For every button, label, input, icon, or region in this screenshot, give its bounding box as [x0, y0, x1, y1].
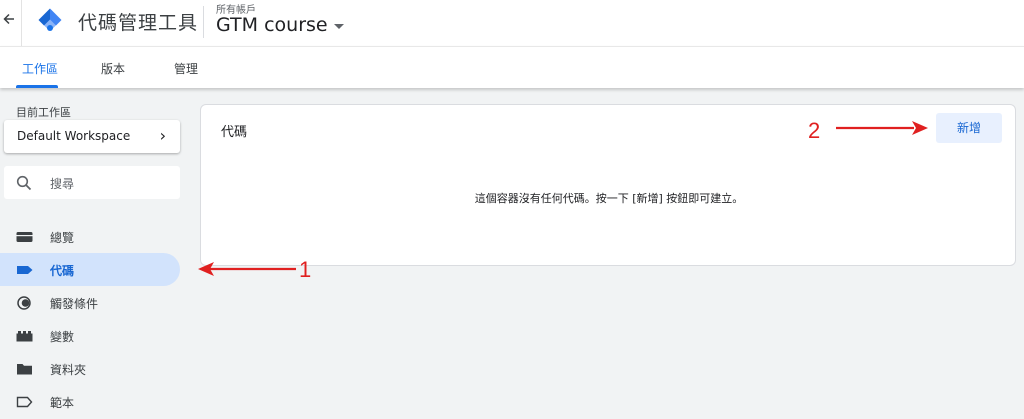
tab-bar: 工作區 版本 管理: [0, 46, 1024, 88]
caret-down-icon: [333, 24, 344, 29]
tag-icon: [17, 266, 33, 274]
divider: [203, 6, 204, 38]
sidebar-item-overview[interactable]: 總覽: [0, 220, 180, 253]
workspace-selector[interactable]: Default Workspace ›: [4, 120, 180, 153]
annotation-arrow-2: [836, 121, 928, 135]
sidebar-item-label: 範本: [50, 396, 75, 410]
content-area: 目前工作區 Default Workspace › 搜尋 總覽 代碼 觸發條件: [0, 88, 1024, 419]
gtm-logo-icon[interactable]: [36, 6, 64, 34]
sidebar-item-triggers[interactable]: 觸發條件: [0, 286, 180, 319]
overview-icon: [16, 232, 33, 242]
annotation-label-1: 1: [299, 257, 312, 282]
folder-icon: [17, 364, 32, 375]
annotation-arrow-1: [198, 262, 296, 276]
template-icon: [16, 396, 33, 408]
arrow-back-icon[interactable]: [3, 10, 17, 30]
sidebar-item-label: 代碼: [50, 264, 75, 278]
sidebar-item-templates[interactable]: 範本: [0, 385, 180, 418]
search-input[interactable]: 搜尋: [50, 175, 74, 192]
sidebar-item-tags[interactable]: 代碼: [0, 253, 180, 286]
annotation-label-2: 2: [808, 118, 821, 143]
account-switcher[interactable]: GTM course: [216, 14, 344, 36]
tab-versions[interactable]: 版本: [101, 60, 125, 77]
search-field[interactable]: 搜尋: [4, 166, 180, 199]
panel-title: 代碼: [221, 125, 248, 140]
trigger-icon: [17, 296, 31, 310]
sidebar-item-label: 變數: [50, 330, 75, 344]
sidebar-item-label: 資料夾: [50, 363, 87, 377]
workspace-name: Default Workspace: [17, 129, 131, 143]
active-tab-indicator: [16, 85, 58, 88]
sidebar-item-variables[interactable]: 變數: [0, 319, 180, 352]
app-title: 代碼管理工具: [78, 12, 199, 34]
top-app-bar: 代碼管理工具 所有帳戶 GTM course: [0, 0, 1024, 46]
empty-state-message: 這個容器沒有任何代碼。按一下 [新增] 按鈕即可建立。: [474, 192, 744, 205]
sidebar-item-folders[interactable]: 資料夾: [0, 352, 180, 385]
chevron-right-icon: ›: [159, 126, 166, 145]
workspace-label: 目前工作區: [16, 106, 71, 119]
tab-admin[interactable]: 管理: [174, 60, 198, 77]
account-name: GTM course: [216, 14, 328, 36]
sidebar-item-label: 觸發條件: [50, 297, 99, 311]
search-icon: [16, 175, 32, 191]
divider: [21, 0, 22, 46]
sidebar-item-label: 總覽: [50, 231, 75, 245]
new-tag-button[interactable]: 新增: [936, 113, 1002, 143]
tab-workspace[interactable]: 工作區: [22, 60, 58, 77]
variables-icon: [16, 331, 33, 342]
